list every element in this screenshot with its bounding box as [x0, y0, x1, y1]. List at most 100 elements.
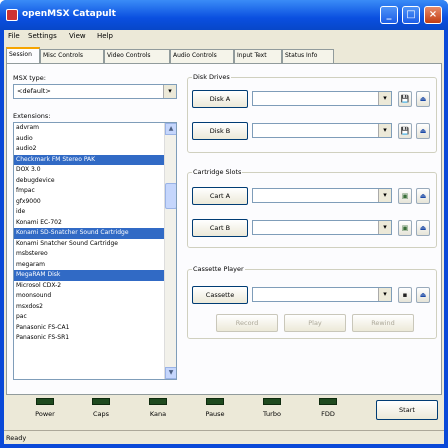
eject-disk-a-icon[interactable]: ⏏: [416, 91, 430, 107]
eject-disk-b-icon[interactable]: ⏏: [416, 123, 430, 139]
extension-list-item[interactable]: Konami SD-Snatcher Sound Cartridge: [14, 228, 164, 239]
extension-list-item[interactable]: Panasonic FS-SR1: [14, 333, 164, 344]
client-area: File Settings View Help Session Misc Con…: [4, 30, 444, 444]
extension-list-item[interactable]: DOX 3.0: [14, 165, 164, 176]
extensions-list[interactable]: advram audio audio2 Checkmark FM Stereo PAK…: [13, 122, 177, 380]
disk-b-select[interactable]: ▾: [252, 123, 392, 138]
tab-video-controls[interactable]: Video Controls: [104, 49, 170, 63]
cart-b-select[interactable]: ▾: [252, 220, 392, 235]
extension-list-item[interactable]: MegaRAM Disk: [14, 270, 164, 281]
title-bar[interactable]: openMSX Catapult _ □ ×: [0, 0, 448, 30]
scroll-up-icon[interactable]: ▲: [165, 123, 176, 135]
window-title: openMSX Catapult: [22, 9, 116, 19]
cart-a-select[interactable]: ▾: [252, 188, 392, 203]
disk-drives-group: Disk Drives Disk A ▾ 💾 ⏏ Disk B ▾ 💾 ⏏: [187, 73, 437, 153]
turbo-led: [263, 398, 281, 405]
chevron-down-icon[interactable]: ▾: [378, 221, 391, 234]
cart-b-button[interactable]: Cart B: [192, 219, 248, 237]
eject-cassette-icon[interactable]: ⏏: [416, 287, 430, 303]
extension-list-item[interactable]: pac: [14, 312, 164, 323]
fdd-led: [319, 398, 337, 405]
extension-list-item[interactable]: audio2: [14, 144, 164, 155]
extensions-items: advram audio audio2 Checkmark FM Stereo PAK…: [14, 123, 176, 344]
scroll-down-icon[interactable]: ▼: [165, 367, 176, 379]
tab-session[interactable]: Session: [6, 47, 40, 64]
power-led-label: Power: [35, 410, 55, 418]
menu-settings[interactable]: Settings: [28, 32, 57, 40]
record-button[interactable]: Record: [216, 314, 278, 332]
rewind-button[interactable]: Rewind: [352, 314, 414, 332]
extension-list-item[interactable]: debugdevice: [14, 176, 164, 187]
extension-list-item[interactable]: moonsound: [14, 291, 164, 302]
extension-list-item[interactable]: audio: [14, 134, 164, 145]
pause-led-label: Pause: [205, 410, 225, 418]
cartridge-b-icon[interactable]: ▣: [398, 220, 412, 236]
chevron-down-icon[interactable]: ▾: [378, 288, 391, 301]
disk-a-button[interactable]: Disk A: [192, 90, 248, 108]
extension-list-item[interactable]: gfx9000: [14, 197, 164, 208]
extensions-label: Extensions:: [13, 112, 51, 120]
menu-help[interactable]: Help: [97, 32, 113, 40]
extension-list-item[interactable]: Microsol CDX-2: [14, 281, 164, 292]
tape-icon[interactable]: ▪: [398, 287, 412, 303]
main-window: openMSX Catapult _ □ × File Settings Vie…: [0, 0, 448, 448]
tab-audio-controls[interactable]: Audio Controls: [170, 49, 234, 63]
extension-list-item[interactable]: megaram: [14, 260, 164, 271]
msx-type-select[interactable]: <default> ▾: [13, 84, 177, 99]
chevron-down-icon[interactable]: ▾: [378, 189, 391, 202]
extension-list-item[interactable]: Konami Snatcher Sound Cartridge: [14, 239, 164, 250]
app-icon: [6, 9, 18, 21]
extension-list-item[interactable]: msbstereo: [14, 249, 164, 260]
minimize-button[interactable]: _: [380, 6, 398, 24]
disk-a-select[interactable]: ▾: [252, 91, 392, 106]
extension-list-item[interactable]: msxdos2: [14, 302, 164, 313]
extension-list-item[interactable]: ide: [14, 207, 164, 218]
cartridge-a-icon[interactable]: ▣: [398, 188, 412, 204]
disk-drives-title: Disk Drives: [192, 73, 231, 81]
scroll-thumb[interactable]: [165, 183, 176, 209]
caps-led-label: Caps: [92, 410, 110, 418]
cassette-button[interactable]: Cassette: [192, 286, 248, 304]
tab-misc-controls[interactable]: Misc Controls: [40, 49, 104, 63]
cassette-player-title: Cassette Player: [192, 265, 245, 273]
chevron-down-icon[interactable]: ▾: [378, 92, 391, 105]
turbo-led-label: Turbo: [263, 410, 281, 418]
cassette-select[interactable]: ▾: [252, 287, 392, 302]
play-button[interactable]: Play: [284, 314, 346, 332]
menu-bar: File Settings View Help: [4, 30, 444, 43]
tab-strip: Session Misc Controls Video Controls Aud…: [4, 47, 444, 64]
extension-list-item[interactable]: fmpac: [14, 186, 164, 197]
status-bar: Ready: [4, 430, 444, 444]
cassette-player-group: Cassette Player Cassette ▾ ▪ ⏏ Record Pl…: [187, 265, 437, 339]
fdd-led-label: FDD: [321, 410, 335, 418]
eject-cart-b-icon[interactable]: ⏏: [416, 220, 430, 236]
session-panel: MSX type: <default> ▾ Extensions: advram…: [6, 63, 442, 395]
disk-b-button[interactable]: Disk B: [192, 122, 248, 140]
save-disk-b-icon[interactable]: 💾: [398, 123, 412, 139]
caps-led: [92, 398, 110, 405]
start-button[interactable]: Start: [376, 400, 438, 420]
menu-file[interactable]: File: [8, 32, 20, 40]
cart-a-button[interactable]: Cart A: [192, 187, 248, 205]
tab-status-info[interactable]: Status Info: [282, 49, 334, 63]
maximize-button[interactable]: □: [402, 6, 420, 24]
pause-led: [206, 398, 224, 405]
menu-view[interactable]: View: [69, 32, 86, 40]
extensions-scrollbar[interactable]: ▲ ▼: [164, 123, 176, 379]
extension-list-item[interactable]: Panasonic FS-CA1: [14, 323, 164, 334]
eject-cart-a-icon[interactable]: ⏏: [416, 188, 430, 204]
extension-list-item[interactable]: Konami EC-702: [14, 218, 164, 229]
extension-list-item[interactable]: Checkmark FM Stereo PAK: [14, 154, 164, 165]
chevron-down-icon[interactable]: ▾: [163, 85, 176, 98]
msx-type-value: <default>: [17, 87, 51, 95]
close-button[interactable]: ×: [424, 6, 442, 24]
msx-type-label: MSX type:: [13, 74, 46, 82]
cartridge-slots-title: Cartridge Slots: [192, 168, 243, 176]
status-text: Ready: [6, 434, 27, 442]
kana-led: [149, 398, 167, 405]
tab-input-text[interactable]: Input Text: [234, 49, 282, 63]
save-disk-a-icon[interactable]: 💾: [398, 91, 412, 107]
chevron-down-icon[interactable]: ▾: [378, 124, 391, 137]
kana-led-label: Kana: [149, 410, 167, 418]
extension-list-item[interactable]: advram: [14, 123, 164, 134]
